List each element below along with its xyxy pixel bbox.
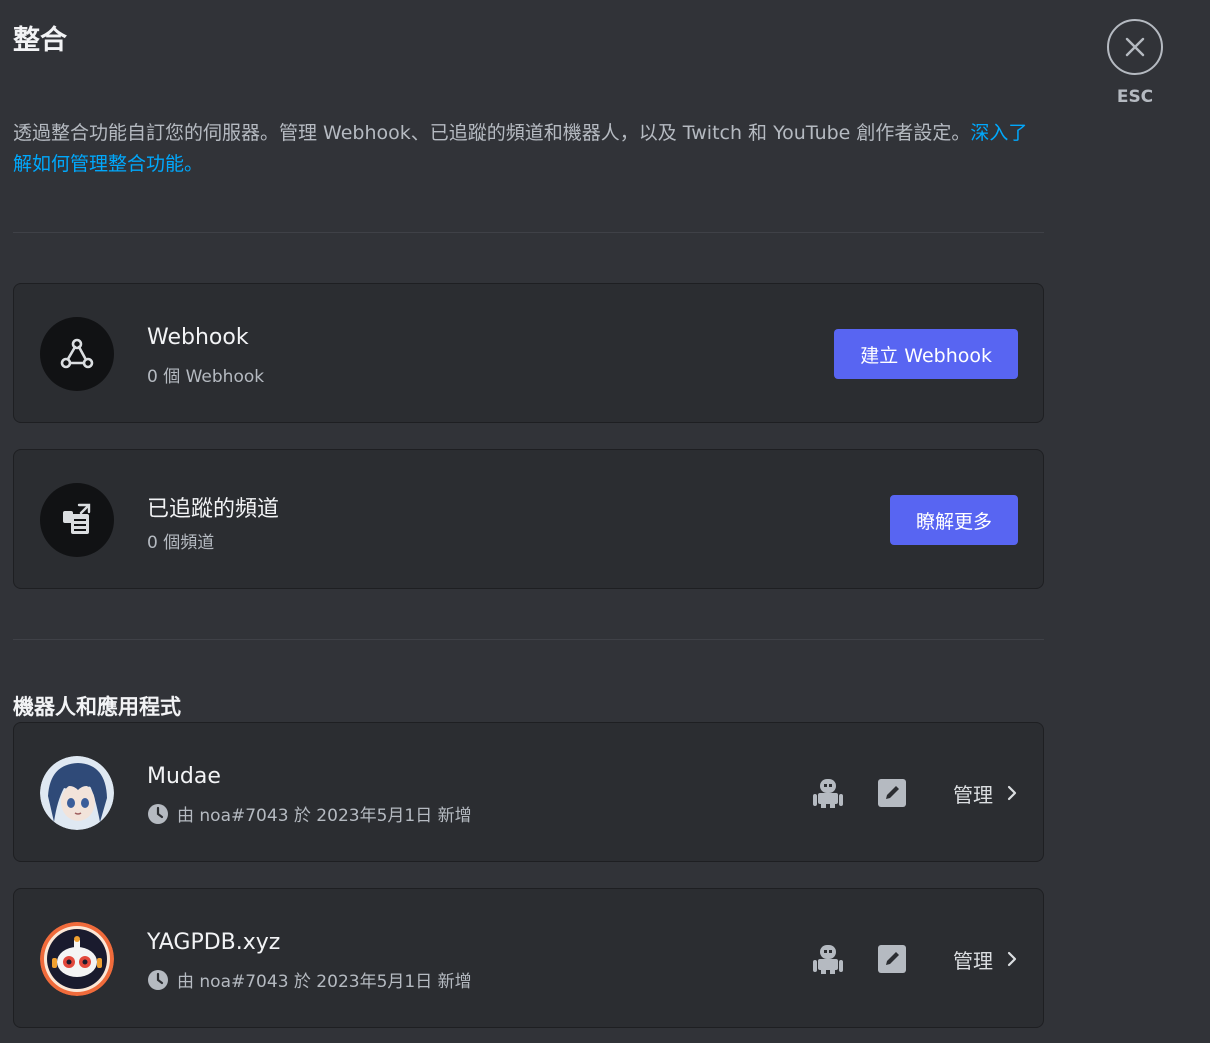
bot-added-info: 由 noa#7043 於 2023年5月1日 新增 bbox=[147, 801, 472, 826]
webhook-card: Webhook 0 個 Webhook 建立 Webhook bbox=[13, 283, 1044, 423]
bot-name: Mudae bbox=[147, 764, 221, 789]
edit-button[interactable] bbox=[875, 942, 909, 976]
intro-text: 透過整合功能自訂您的伺服器。管理 Webhook、已追蹤的頻道和機器人，以及 T… bbox=[13, 118, 1043, 180]
bot-card: Mudae 由 noa#7043 於 2023年5月1日 新增 管理 bbox=[13, 722, 1044, 862]
bot-actions: 管理 bbox=[811, 773, 1017, 813]
webhook-icon-wrap bbox=[40, 317, 114, 391]
followed-channel-icon-wrap bbox=[40, 483, 114, 557]
close-button[interactable] bbox=[1107, 19, 1163, 75]
manage-label: 管理 bbox=[953, 782, 993, 807]
bot-added-text: 由 noa#7043 於 2023年5月1日 新增 bbox=[177, 972, 472, 992]
bot-added-info: 由 noa#7043 於 2023年5月1日 新增 bbox=[147, 967, 472, 992]
avatar bbox=[40, 922, 114, 996]
bot-added-text: 由 noa#7043 於 2023年5月1日 新增 bbox=[177, 806, 472, 826]
followed-channels-card: 已追蹤的頻道 0 個頻道 瞭解更多 bbox=[13, 449, 1044, 589]
followed-channels-title: 已追蹤的頻道 bbox=[147, 497, 280, 522]
bot-actions: 管理 bbox=[811, 939, 1017, 979]
edit-button[interactable] bbox=[875, 776, 909, 810]
chevron-right-icon bbox=[1007, 785, 1017, 801]
webhook-count: 0 個 Webhook bbox=[147, 367, 265, 387]
edit-icon bbox=[878, 779, 906, 807]
clock-icon bbox=[148, 969, 168, 990]
bot-permissions-button[interactable] bbox=[811, 776, 845, 810]
bots-section-label: 機器人和應用程式 bbox=[13, 695, 181, 719]
clock-icon bbox=[148, 803, 168, 824]
manage-button[interactable]: 管理 bbox=[953, 779, 1017, 808]
bot-permissions-button[interactable] bbox=[811, 942, 845, 976]
create-webhook-button[interactable]: 建立 Webhook bbox=[834, 329, 1018, 379]
avatar bbox=[40, 756, 114, 830]
esc-label: ESC bbox=[1116, 87, 1154, 107]
learn-more-button[interactable]: 瞭解更多 bbox=[889, 495, 1018, 545]
bot-name: YAGPDB.xyz bbox=[147, 930, 281, 955]
mudae-avatar bbox=[40, 756, 114, 830]
manage-button[interactable]: 管理 bbox=[953, 945, 1017, 974]
integrations-page: 整合 ESC 透過整合功能自訂您的伺服器。管理 Webhook、已追蹤的頻道和機… bbox=[0, 0, 1210, 1043]
intro-description: 透過整合功能自訂您的伺服器。管理 Webhook、已追蹤的頻道和機器人，以及 T… bbox=[13, 122, 971, 144]
close-control[interactable]: ESC bbox=[1107, 19, 1163, 107]
divider bbox=[13, 232, 1044, 233]
webhook-title: Webhook bbox=[147, 325, 249, 350]
close-icon bbox=[1125, 37, 1145, 57]
page-title: 整合 bbox=[13, 25, 67, 56]
bot-card: YAGPDB.xyz 由 noa#7043 於 2023年5月1日 新增 管理 bbox=[13, 888, 1044, 1028]
bot-icon bbox=[813, 779, 843, 808]
followed-channel-icon bbox=[63, 503, 91, 534]
bot-icon bbox=[813, 945, 843, 974]
followed-channels-count: 0 個頻道 bbox=[147, 533, 215, 553]
edit-icon bbox=[878, 945, 906, 973]
chevron-right-icon bbox=[1007, 951, 1017, 967]
divider bbox=[13, 639, 1044, 640]
manage-label: 管理 bbox=[953, 948, 993, 973]
yagpdb-avatar bbox=[40, 922, 114, 996]
webhook-icon bbox=[60, 338, 94, 369]
